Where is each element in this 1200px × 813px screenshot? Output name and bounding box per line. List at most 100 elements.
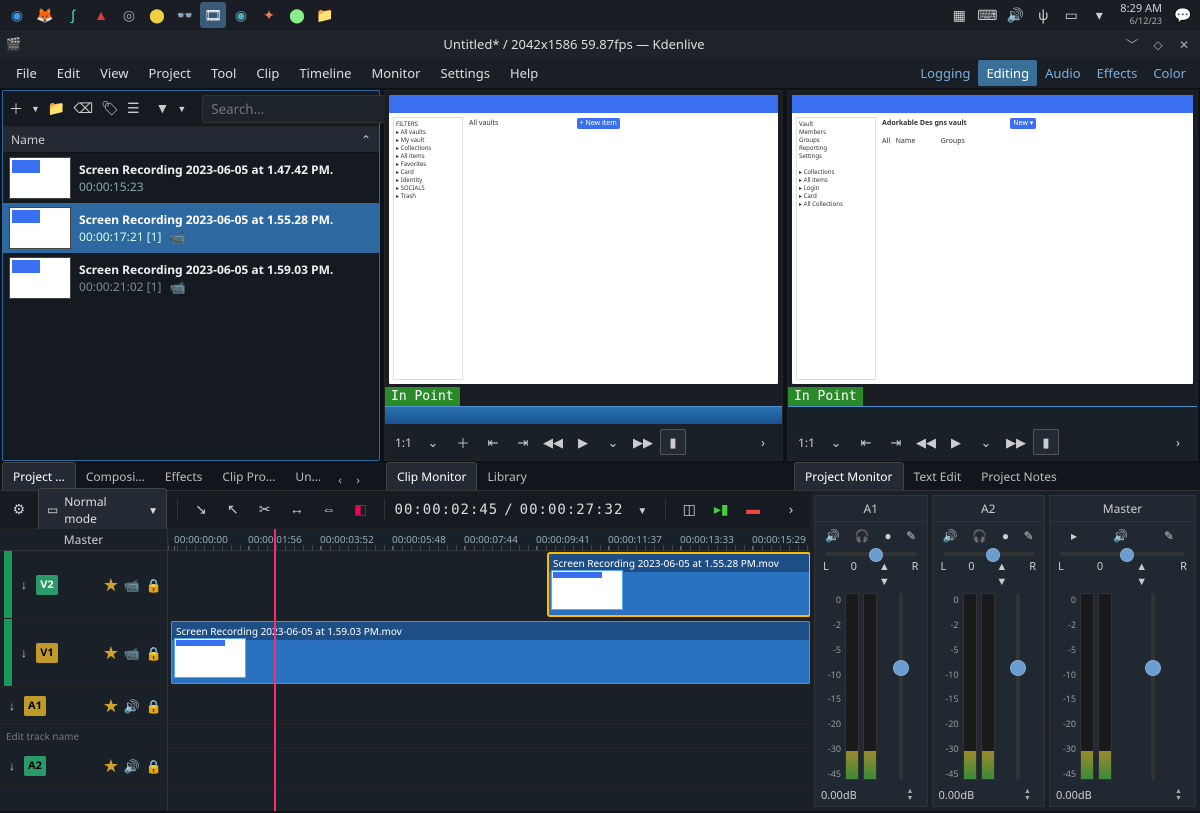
- edit-track-name-input[interactable]: Edit track name: [0, 725, 167, 747]
- tray-clock[interactable]: 8:29 AM 6/12/23: [1114, 3, 1168, 27]
- volume-fader[interactable]: [1116, 593, 1189, 780]
- fx-icon[interactable]: ✎: [1024, 527, 1034, 544]
- tab-library[interactable]: Library: [477, 463, 536, 490]
- clip-monitor-view[interactable]: FILTERS▸ All vaults▸ My vault▸ Collectio…: [385, 91, 782, 406]
- taskbar-app-5[interactable]: ◎: [116, 2, 142, 28]
- menu-file[interactable]: File: [6, 59, 47, 87]
- track-header-a1[interactable]: ↓ A1 ★ 🔊 🔒: [0, 687, 167, 725]
- track-collapse-icon[interactable]: ↓: [16, 644, 32, 661]
- taskbar-files[interactable]: 📁: [312, 2, 338, 28]
- lock-icon[interactable]: 🔒: [145, 697, 163, 715]
- track-lane-v2[interactable]: Screen Recording 2023-06-05 at 1.55.28 P…: [168, 551, 810, 619]
- tab-project-monitor[interactable]: Project Monitor: [794, 462, 904, 490]
- track-lane-a1[interactable]: [168, 687, 810, 725]
- layout-editing[interactable]: Editing: [978, 60, 1037, 86]
- window-minimize-button[interactable]: ﹀: [1122, 34, 1142, 54]
- taskbar-kdenlive[interactable]: 🎞: [200, 2, 226, 28]
- zoom-dropdown[interactable]: ⌄: [823, 429, 849, 455]
- pan-spinner[interactable]: ▲▼: [879, 559, 890, 589]
- mute-icon[interactable]: 🔊: [1113, 527, 1128, 544]
- menu-view[interactable]: View: [90, 59, 138, 87]
- tray-window-icon[interactable]: ▭: [1058, 2, 1084, 28]
- layout-effects[interactable]: Effects: [1089, 60, 1146, 86]
- db-spinner[interactable]: ▲▼: [1024, 787, 1038, 803]
- menu-settings[interactable]: Settings: [430, 59, 499, 87]
- select-tool-button[interactable]: ↖: [220, 497, 246, 523]
- tab-clip-properties[interactable]: Clip Pro…: [212, 463, 285, 490]
- track-lane-a2[interactable]: [168, 749, 810, 787]
- play-button[interactable]: ▶: [570, 429, 596, 455]
- spacer-tool-button[interactable]: ↔: [284, 497, 310, 523]
- db-value[interactable]: 0.00dB: [1056, 788, 1092, 803]
- mute-icon[interactable]: 🔊: [123, 697, 141, 715]
- add-marker-button[interactable]: ＋: [450, 429, 476, 455]
- fx-icon[interactable]: ✎: [906, 527, 916, 544]
- mix-button[interactable]: ◧: [348, 497, 374, 523]
- tray-notifications-icon[interactable]: 💬: [1170, 2, 1196, 28]
- lock-icon[interactable]: 🔒: [145, 644, 163, 662]
- position-timecode[interactable]: 00:00:02:45: [395, 502, 499, 518]
- menu-project[interactable]: Project: [139, 59, 201, 87]
- track-collapse-icon[interactable]: ↓: [4, 697, 20, 714]
- add-clip-dropdown[interactable]: ▼: [31, 98, 40, 120]
- set-in-button[interactable]: ⇤: [480, 429, 506, 455]
- lock-icon[interactable]: 🔒: [145, 576, 163, 594]
- delete-clip-button[interactable]: ⌫: [73, 98, 93, 120]
- rewind-button[interactable]: ◀◀: [540, 429, 566, 455]
- video-toggle-icon[interactable]: 📹: [123, 644, 141, 662]
- db-value[interactable]: 0.00dB: [939, 788, 975, 803]
- tray-usb-icon[interactable]: ψ: [1030, 2, 1056, 28]
- db-spinner[interactable]: ▲▼: [907, 787, 921, 803]
- taskbar-app-4[interactable]: ▲: [88, 2, 114, 28]
- pan-control[interactable]: [815, 549, 927, 559]
- menu-timeline[interactable]: Timeline: [289, 59, 361, 87]
- tab-scroll-right[interactable]: ›: [349, 468, 367, 490]
- mute-icon[interactable]: 🔊: [825, 527, 840, 544]
- edit-mode-select[interactable]: ▭ Normal mode ▼: [38, 488, 167, 532]
- mute-icon[interactable]: 🔊: [123, 757, 141, 775]
- tab-scroll-left[interactable]: ‹: [331, 468, 349, 490]
- tab-text-edit[interactable]: Text Edit: [904, 463, 972, 490]
- tab-clip-monitor[interactable]: Clip Monitor: [386, 462, 477, 490]
- set-in-button[interactable]: ⇤: [853, 429, 879, 455]
- forward-button[interactable]: ▶▶: [1003, 429, 1029, 455]
- favorite-icon[interactable]: ★: [103, 694, 119, 718]
- track-lane-v1[interactable]: Screen Recording 2023-06-05 at 1.59.03 P…: [168, 619, 810, 687]
- record-icon[interactable]: ●: [884, 527, 891, 544]
- tray-volume-icon[interactable]: 🔊: [1002, 2, 1028, 28]
- tab-effects[interactable]: Effects: [155, 463, 213, 490]
- timeline-clip[interactable]: Screen Recording 2023-06-05 at 1.55.28 P…: [548, 553, 810, 616]
- zoom-dropdown[interactable]: ⌄: [420, 429, 446, 455]
- create-folder-button[interactable]: 📁: [48, 98, 65, 120]
- track-collapse-icon[interactable]: ↓: [16, 576, 32, 593]
- tray-icon-1[interactable]: ▦: [946, 2, 972, 28]
- taskbar-app-1[interactable]: ◉: [4, 2, 30, 28]
- razor-tool-button[interactable]: ✂: [252, 497, 278, 523]
- track-tool-button[interactable]: ↘: [188, 497, 214, 523]
- set-out-button[interactable]: ⇥: [510, 429, 536, 455]
- edit-mode-button[interactable]: ▮: [1033, 429, 1059, 455]
- clip-item[interactable]: Screen Recording 2023-06-05 at 1.55.28 P…: [3, 203, 379, 253]
- layout-logging[interactable]: Logging: [912, 60, 978, 86]
- taskbar-app-3[interactable]: ∫: [60, 2, 86, 28]
- playhead[interactable]: [274, 529, 276, 811]
- layout-audio[interactable]: Audio: [1037, 60, 1089, 86]
- filter-dropdown[interactable]: ▼: [177, 98, 186, 120]
- db-spinner[interactable]: ▲▼: [1175, 787, 1189, 803]
- track-collapse-icon[interactable]: ↓: [4, 757, 20, 774]
- menu-tool[interactable]: Tool: [201, 59, 246, 87]
- lock-icon[interactable]: 🔒: [145, 757, 163, 775]
- favorite-icon[interactable]: ★: [103, 754, 119, 778]
- monitor-options-button[interactable]: ›: [1165, 429, 1191, 455]
- video-toggle-icon[interactable]: 📹: [123, 576, 141, 594]
- forward-button[interactable]: ▶▶: [630, 429, 656, 455]
- timeline-settings-button[interactable]: ⚙: [6, 497, 32, 523]
- preview-render-button[interactable]: ▸▮: [708, 497, 734, 523]
- volume-fader[interactable]: [999, 593, 1039, 780]
- taskbar-firefox[interactable]: 🦊: [32, 2, 58, 28]
- set-out-button[interactable]: ⇥: [883, 429, 909, 455]
- play-dropdown[interactable]: ⌄: [600, 429, 626, 455]
- mute-icon[interactable]: 🔊: [943, 527, 958, 544]
- list-view-button[interactable]: ☰: [127, 98, 140, 120]
- solo-icon[interactable]: 🎧: [855, 527, 870, 544]
